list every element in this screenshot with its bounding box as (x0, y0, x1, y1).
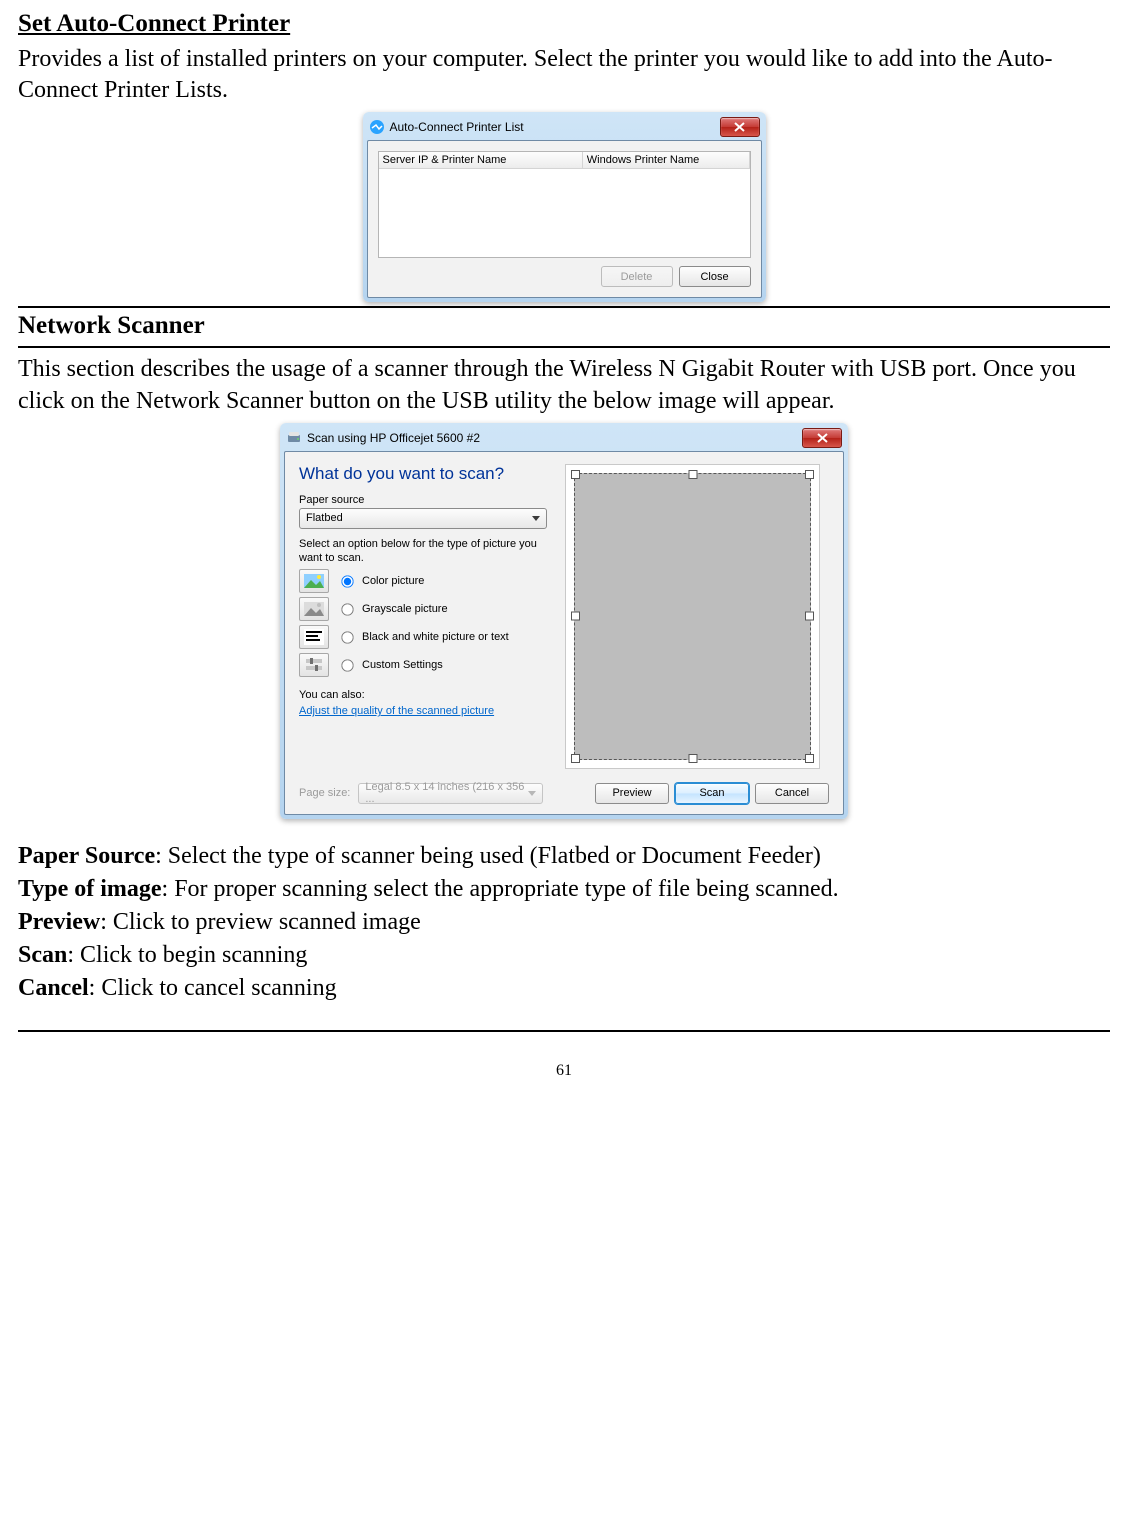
def-term: Type of image (18, 876, 162, 902)
crop-handle[interactable] (805, 612, 814, 621)
dialog-scan: Scan using HP Officejet 5600 #2 What do … (280, 423, 848, 819)
column-header-server-printer[interactable]: Server IP & Printer Name (379, 152, 583, 169)
def-text: : Click to preview scanned image (100, 909, 421, 935)
radio-color-picture[interactable] (341, 575, 353, 587)
app-icon (369, 119, 385, 135)
section-body-network-scanner: This section describes the usage of a sc… (18, 354, 1110, 416)
radio-grayscale-picture[interactable] (341, 603, 353, 615)
printer-list[interactable]: Server IP & Printer Name Windows Printer… (378, 151, 751, 258)
option-row-grayscale[interactable]: Grayscale picture (299, 597, 547, 621)
crop-handle[interactable] (571, 612, 580, 621)
radio-custom-settings[interactable] (341, 659, 353, 671)
page-size-value: Legal 8.5 x 14 inches (216 x 356 ... (365, 781, 524, 805)
option-row-color[interactable]: Color picture (299, 569, 547, 593)
dialog-auto-connect-printer-list: Auto-Connect Printer List Server IP & Pr… (363, 112, 766, 302)
custom-settings-icon (299, 653, 329, 677)
option-row-bw[interactable]: Black and white picture or text (299, 625, 547, 649)
paper-source-label: Paper source (299, 494, 547, 506)
scan-heading: What do you want to scan? (299, 464, 547, 484)
section-divider (18, 306, 1110, 308)
scan-preview-area[interactable] (565, 464, 820, 769)
def-text: : Click to begin scanning (67, 942, 307, 968)
section-title-set-auto-connect: Set Auto-Connect Printer (18, 10, 1110, 38)
scan-button[interactable]: Scan (675, 783, 749, 804)
crop-handle[interactable] (805, 754, 814, 763)
def-term: Paper Source (18, 843, 155, 869)
close-button[interactable] (802, 428, 842, 448)
you-can-also-label: You can also: (299, 689, 547, 701)
crop-region[interactable] (574, 473, 811, 760)
def-term: Cancel (18, 975, 89, 1001)
figure-scan-dialog: Scan using HP Officejet 5600 #2 What do … (18, 423, 1110, 819)
def-term: Scan (18, 942, 67, 968)
options-hint: Select an option below for the type of p… (299, 537, 547, 566)
def-text: : Select the type of scanner being used … (155, 843, 821, 869)
scanner-icon (286, 430, 302, 446)
dialog-title: Scan using HP Officejet 5600 #2 (307, 431, 802, 445)
preview-button[interactable]: Preview (595, 783, 669, 804)
radio-bw-picture[interactable] (341, 631, 353, 643)
section-divider (18, 346, 1110, 348)
adjust-quality-link[interactable]: Adjust the quality of the scanned pictur… (299, 705, 494, 717)
column-header-windows-printer-name[interactable]: Windows Printer Name (582, 152, 749, 169)
color-picture-icon (299, 569, 329, 593)
crop-handle[interactable] (571, 470, 580, 479)
close-button[interactable] (720, 117, 760, 137)
close-icon (817, 433, 828, 443)
crop-handle[interactable] (571, 754, 580, 763)
cancel-button[interactable]: Cancel (755, 783, 829, 804)
paper-source-combo[interactable]: Flatbed (299, 508, 547, 529)
section-body-set-auto-connect: Provides a list of installed printers on… (18, 44, 1110, 106)
footer-rule (18, 1030, 1110, 1032)
def-text: : Click to cancel scanning (89, 975, 337, 1001)
def-text: : For proper scanning select the appropr… (162, 876, 839, 902)
bw-text-icon (299, 625, 329, 649)
grayscale-picture-icon (299, 597, 329, 621)
option-label: Grayscale picture (362, 603, 448, 615)
dialog-title: Auto-Connect Printer List (390, 120, 720, 134)
chevron-down-icon (528, 787, 536, 799)
def-term: Preview (18, 909, 100, 935)
paper-source-value: Flatbed (306, 512, 343, 524)
option-row-custom[interactable]: Custom Settings (299, 653, 547, 677)
delete-button[interactable]: Delete (601, 266, 673, 287)
crop-handle[interactable] (805, 470, 814, 479)
close-dialog-button[interactable]: Close (679, 266, 751, 287)
page-size-combo: Legal 8.5 x 14 inches (216 x 356 ... (358, 783, 543, 804)
definitions-block: Paper Source: Select the type of scanner… (18, 843, 1110, 1002)
page-number: 61 (18, 1062, 1110, 1080)
option-label: Color picture (362, 575, 424, 587)
page-size-label: Page size: (299, 787, 350, 799)
crop-handle[interactable] (688, 754, 697, 763)
section-title-network-scanner: Network Scanner (18, 312, 1110, 340)
chevron-down-icon (532, 512, 540, 524)
close-icon (734, 122, 745, 132)
option-label: Black and white picture or text (362, 631, 509, 643)
figure-auto-connect-dialog: Auto-Connect Printer List Server IP & Pr… (18, 112, 1110, 302)
crop-handle[interactable] (688, 470, 697, 479)
option-label: Custom Settings (362, 659, 443, 671)
